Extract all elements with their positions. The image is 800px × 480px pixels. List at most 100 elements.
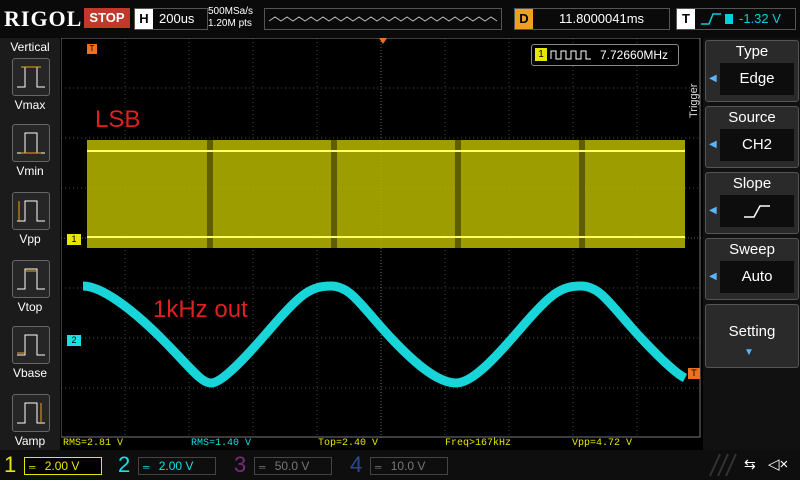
counter-value: 7.72660MHz bbox=[600, 48, 669, 62]
vmax-label: Vmax bbox=[14, 98, 46, 112]
horizontal-center-marker-icon bbox=[379, 38, 387, 44]
memory-waveform-preview bbox=[268, 16, 498, 22]
ch2-offset-marker[interactable]: 2 bbox=[67, 335, 81, 346]
vbase-measure-button[interactable] bbox=[12, 326, 50, 364]
counter-channel-badge: 1 bbox=[535, 48, 547, 61]
left-arrow-icon: ◀ bbox=[709, 73, 717, 84]
vpp-label: Vpp bbox=[19, 232, 41, 246]
trigger-position-marker[interactable]: T bbox=[87, 44, 97, 54]
trigger-slope-button[interactable]: Slope ◀ bbox=[705, 172, 799, 234]
vamp-label: Vamp bbox=[14, 434, 46, 448]
vmin-measure-button[interactable] bbox=[12, 124, 50, 162]
delay-label: D bbox=[515, 9, 533, 29]
vamp-icon bbox=[17, 402, 45, 424]
vbase-label: Vbase bbox=[12, 366, 48, 380]
timebase-value: 200us bbox=[159, 11, 195, 26]
trigger-source-button[interactable]: Source ◀ CH2 bbox=[705, 106, 799, 168]
source-value: CH2 bbox=[720, 129, 794, 161]
delay-display[interactable]: D 11.8000041ms bbox=[514, 8, 670, 30]
dc-coupling-icon: ═ bbox=[259, 462, 266, 472]
dc-coupling-icon: ═ bbox=[143, 462, 150, 472]
trigger-level-marker[interactable]: T bbox=[688, 368, 700, 379]
type-value: Edge bbox=[720, 63, 794, 95]
brand-logo: RIGOL bbox=[4, 6, 83, 31]
vbase-icon bbox=[17, 334, 45, 356]
sweep-label: Sweep bbox=[729, 241, 775, 258]
trigger-label: T bbox=[677, 9, 695, 29]
diagonal-stripes-decor bbox=[709, 453, 737, 477]
memory-depth: 1.20M pts bbox=[208, 18, 252, 29]
vtop-icon bbox=[17, 268, 45, 290]
vmin-label: Vmin bbox=[16, 164, 44, 178]
ch2-scale: ═ 2.00 V bbox=[138, 457, 216, 475]
source-label: Source bbox=[728, 109, 776, 126]
run-stop-button[interactable]: STOP bbox=[84, 8, 130, 28]
measurement-results: RMS=2.81 V RMS=1.40 V Top=2.40 V Freq>16… bbox=[61, 438, 701, 450]
ch2-status[interactable]: 2 ═ 2.00 V bbox=[118, 452, 230, 478]
measure-category-title: Vertical bbox=[10, 40, 50, 54]
ch4-status[interactable]: 4 ═ 10.0 V bbox=[350, 452, 462, 478]
ch2-number: 2 bbox=[118, 452, 131, 477]
ch3-scale-value: 50.0 V bbox=[274, 459, 310, 473]
left-arrow-icon: ◀ bbox=[709, 271, 717, 282]
vpp-icon bbox=[17, 200, 45, 222]
waveform-display[interactable]: 1 2 T T 1 7.72660MHz LSB 1kHz out bbox=[60, 37, 701, 438]
measurement-item: Vpp=4.72 V bbox=[572, 438, 633, 449]
ch3-scale: ═ 50.0 V bbox=[254, 457, 332, 475]
memory-overview-bar bbox=[264, 8, 502, 30]
ch1-scale: ═ 2.00 V bbox=[24, 457, 102, 475]
dc-coupling-icon: ═ bbox=[29, 462, 36, 472]
setting-label: Setting bbox=[728, 323, 776, 340]
frequency-counter[interactable]: 1 7.72660MHz bbox=[531, 44, 679, 66]
ch3-status[interactable]: 3 ═ 50.0 V bbox=[234, 452, 346, 478]
type-label: Type bbox=[735, 43, 769, 60]
slope-value bbox=[720, 195, 794, 227]
trigger-setting-button[interactable]: Setting ▼ bbox=[705, 304, 799, 368]
waveform-canvas bbox=[60, 37, 701, 438]
delay-value: 11.8000041ms bbox=[559, 11, 645, 26]
square-wave-icon bbox=[550, 50, 591, 60]
trigger-edge-icon bbox=[701, 13, 733, 25]
vtop-measure-button[interactable] bbox=[12, 260, 50, 298]
rising-edge-icon bbox=[744, 205, 770, 218]
ch1-number: 1 bbox=[4, 452, 17, 477]
sweep-value: Auto bbox=[720, 261, 794, 293]
measurement-item: Top=2.40 V bbox=[318, 438, 379, 449]
measurement-item: RMS=1.40 V bbox=[191, 438, 252, 449]
acquisition-info: 500MSa/s 1.20M pts bbox=[208, 6, 253, 30]
trigger-sweep-button[interactable]: Sweep ◀ Auto bbox=[705, 238, 799, 300]
lsb-annotation: LSB bbox=[95, 106, 141, 133]
dc-coupling-icon: ═ bbox=[375, 462, 382, 472]
output-annotation: 1kHz out bbox=[153, 296, 248, 323]
usb-icon: ⇆ bbox=[744, 456, 756, 472]
ch4-scale: ═ 10.0 V bbox=[370, 457, 448, 475]
timebase-label: H bbox=[135, 9, 153, 29]
vmin-icon bbox=[17, 132, 45, 154]
ch1-offset-marker[interactable]: 1 bbox=[67, 234, 81, 245]
vtop-label: Vtop bbox=[17, 300, 43, 314]
trigger-type-button[interactable]: Type ◀ Edge bbox=[705, 40, 799, 102]
sample-rate: 500MSa/s bbox=[208, 6, 254, 17]
measurement-item: RMS=2.81 V bbox=[63, 438, 124, 449]
ch2-scale-value: 2.00 V bbox=[158, 459, 194, 473]
ch1-scale-value: 2.00 V bbox=[44, 459, 80, 473]
ch3-number: 3 bbox=[234, 452, 247, 477]
ch4-scale-value: 10.0 V bbox=[390, 459, 426, 473]
left-arrow-icon: ◀ bbox=[709, 205, 717, 216]
vamp-measure-button[interactable] bbox=[12, 394, 50, 432]
speaker-mute-icon[interactable]: ◁× bbox=[768, 455, 788, 473]
down-arrow-icon: ▼ bbox=[744, 347, 754, 358]
timebase-display[interactable]: H 200us bbox=[134, 8, 208, 30]
ch1-status[interactable]: 1 ═ 2.00 V bbox=[4, 452, 116, 478]
left-arrow-icon: ◀ bbox=[709, 139, 717, 150]
vpp-measure-button[interactable] bbox=[12, 192, 50, 230]
trigger-status[interactable]: T -1.32 V bbox=[676, 8, 796, 30]
ch4-number: 4 bbox=[350, 452, 363, 477]
measurement-item: Freq>167kHz bbox=[445, 438, 512, 449]
vmax-icon bbox=[17, 66, 45, 88]
trigger-menu-title: Trigger bbox=[688, 83, 700, 118]
ch1-trace bbox=[87, 140, 685, 248]
trigger-level: -1.32 V bbox=[739, 11, 781, 26]
vmax-measure-button[interactable] bbox=[12, 58, 50, 96]
slope-label: Slope bbox=[732, 175, 772, 192]
